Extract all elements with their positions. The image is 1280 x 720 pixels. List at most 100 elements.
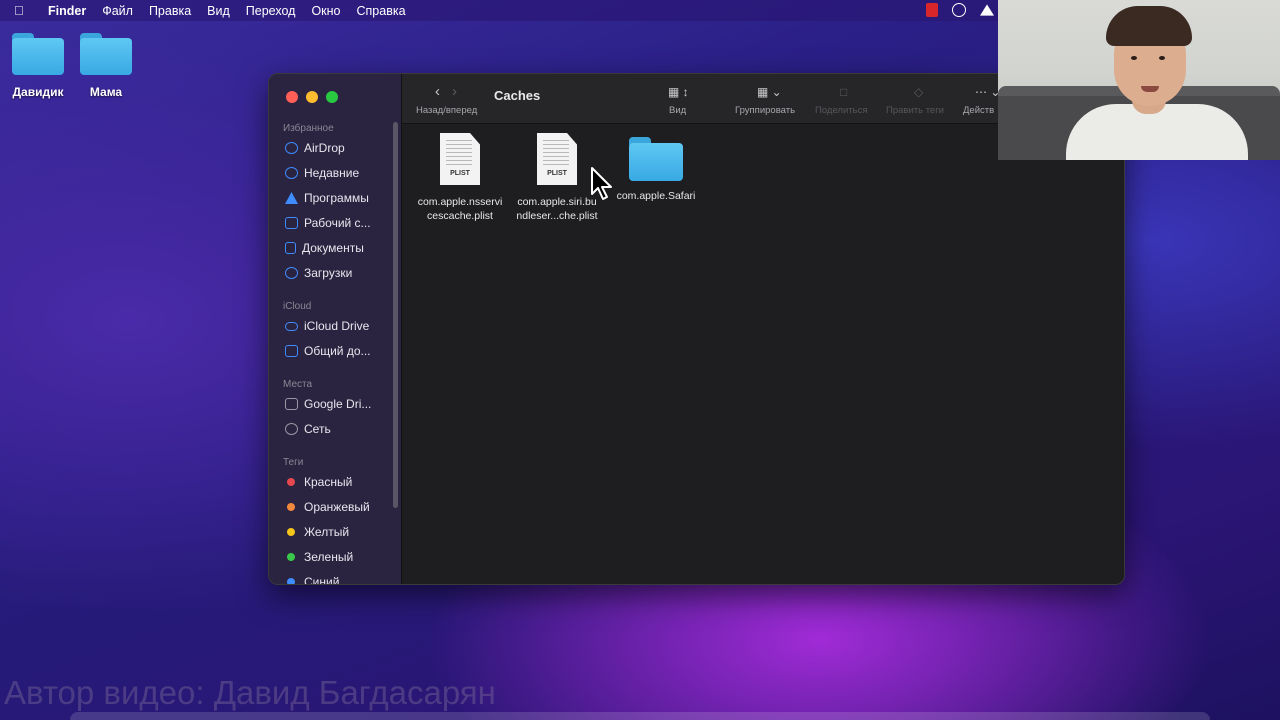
applications-icon — [285, 192, 298, 204]
sidebar-item-label: Программы — [304, 191, 369, 205]
webcam-overlay — [998, 0, 1280, 160]
sidebar-header-tags: Теги — [283, 457, 304, 468]
folder-icon — [629, 137, 683, 181]
menu-help[interactable]: Справка — [357, 4, 406, 18]
nav-label: Назад/вперед — [416, 105, 478, 116]
tag-dot-icon — [287, 553, 295, 561]
forward-button[interactable]: › — [452, 83, 457, 100]
file-name: com.apple.Safari — [616, 190, 696, 202]
menu-file[interactable]: Файл — [102, 4, 133, 18]
menu-go[interactable]: Переход — [246, 4, 296, 18]
menu-app-finder[interactable]: Finder — [48, 4, 86, 18]
sidebar-item-label: Google Dri... — [304, 397, 372, 411]
sidebar-item-downloads[interactable]: Загрузки — [285, 263, 395, 283]
cloud-icon — [285, 321, 298, 331]
apple-menu-icon[interactable]:  — [14, 3, 36, 18]
sidebar-item-label: Рабочий с... — [304, 216, 371, 230]
window-controls — [286, 91, 338, 103]
status-icons — [926, 3, 994, 17]
sidebar-item-shared[interactable]: Общий до... — [285, 341, 395, 361]
sidebar-header-icloud: iCloud — [283, 301, 312, 312]
desktop-icon — [285, 217, 298, 229]
sidebar-item-recents[interactable]: Недавние — [285, 163, 395, 183]
actions-icon[interactable]: ⋯ ⌄ — [975, 85, 1000, 99]
tags-label: Править теги — [886, 105, 944, 116]
group-label: Группировать — [735, 105, 796, 116]
minimize-button[interactable] — [306, 91, 318, 103]
finder-window: Избранное AirDrop Недавние Программы Раб… — [268, 73, 1125, 585]
file-grid: PLIST com.apple.nsservi cescache.plist P… — [402, 124, 1124, 584]
desktop-folder-mama[interactable]: Мама — [73, 33, 139, 99]
sidebar-tag-green[interactable]: Зеленый — [285, 547, 395, 567]
sidebar-item-documents[interactable]: Документы — [285, 238, 395, 258]
download-icon — [285, 267, 298, 279]
airdrop-icon — [285, 142, 298, 154]
sync-icon[interactable] — [952, 3, 966, 17]
file-item-plist[interactable]: PLIST com.apple.nsservi cescache.plist — [412, 133, 508, 223]
tag-dot-icon — [287, 528, 295, 536]
video-author-watermark: Автор видео: Давид Багдасарян — [4, 674, 496, 711]
close-button[interactable] — [286, 91, 298, 103]
mouse-cursor-icon — [591, 167, 612, 200]
group-icon[interactable]: ▦ ⌄ — [757, 85, 782, 99]
nav-arrows: ‹ › — [435, 83, 457, 100]
window-title: Caches — [494, 88, 541, 103]
sidebar-tag-yellow[interactable]: Желтый — [285, 522, 395, 542]
folder-icon — [12, 33, 64, 75]
share-icon[interactable]: □ — [840, 85, 847, 99]
sidebar-item-google-drive[interactable]: Google Dri... — [285, 394, 395, 414]
document-icon — [285, 242, 296, 254]
view-label: Вид — [669, 105, 687, 116]
sidebar-item-label: AirDrop — [304, 141, 345, 155]
sidebar-tag-orange[interactable]: Оранжевый — [285, 497, 395, 517]
sidebar-item-label: Документы — [302, 241, 364, 255]
clock-icon — [285, 167, 298, 179]
folder-icon — [80, 33, 132, 75]
tag-dot-icon — [287, 503, 295, 511]
actions-label: Действ — [963, 105, 995, 116]
file-name: com.apple.nsservi cescache.plist — [417, 196, 503, 222]
plist-file-icon: PLIST — [537, 133, 577, 185]
tag-dot-icon — [287, 478, 295, 486]
sidebar-item-icloud-drive[interactable]: iCloud Drive — [285, 316, 395, 336]
sidebar-item-label: Общий до... — [304, 344, 371, 358]
sidebar-item-label: Загрузки — [304, 266, 353, 280]
menu-window[interactable]: Окно — [311, 4, 340, 18]
back-button[interactable]: ‹ — [435, 83, 440, 100]
tag-icon[interactable]: ◇ — [914, 85, 923, 99]
sidebar-item-desktop[interactable]: Рабочий с... — [285, 213, 395, 233]
sidebar-header-favorites: Избранное — [283, 123, 334, 134]
desktop-folder-davidik[interactable]: Давидик — [5, 33, 71, 99]
dock[interactable] — [70, 712, 1210, 720]
menu-view[interactable]: Вид — [207, 4, 230, 18]
drive-icon — [285, 398, 298, 410]
share-label: Поделиться — [815, 105, 868, 116]
shared-folder-icon — [285, 345, 298, 357]
sidebar-item-network[interactable]: Сеть — [285, 419, 395, 439]
sidebar-item-label: Недавние — [304, 166, 360, 180]
menu-edit[interactable]: Правка — [149, 4, 191, 18]
sidebar-item-applications[interactable]: Программы — [285, 188, 395, 208]
sidebar-tag-blue[interactable]: Синий — [285, 572, 395, 584]
sidebar: Избранное AirDrop Недавние Программы Раб… — [269, 74, 402, 584]
folder-item-safari[interactable]: com.apple.Safari — [608, 133, 704, 203]
recording-icon[interactable] — [926, 3, 938, 17]
sidebar-item-label: iCloud Drive — [304, 319, 370, 333]
zoom-button[interactable] — [326, 91, 338, 103]
view-mode-icon[interactable]: ▦ ↕ — [668, 85, 689, 99]
sidebar-item-label: Желтый — [304, 525, 350, 539]
sidebar-tag-red[interactable]: Красный — [285, 472, 395, 492]
desktop-folder-label: Давидик — [12, 85, 64, 99]
google-drive-icon[interactable] — [980, 4, 994, 16]
sidebar-scrollbar[interactable] — [393, 122, 398, 508]
sidebar-item-label: Зеленый — [304, 550, 354, 564]
sidebar-item-label: Оранжевый — [304, 500, 370, 514]
tag-dot-icon — [287, 578, 295, 584]
plist-file-icon: PLIST — [440, 133, 480, 185]
network-icon — [285, 423, 298, 435]
sidebar-item-label: Красный — [304, 475, 353, 489]
sidebar-item-label: Сеть — [304, 422, 331, 436]
sidebar-header-places: Места — [283, 379, 313, 390]
plist-tag: PLIST — [547, 170, 567, 177]
sidebar-item-airdrop[interactable]: AirDrop — [285, 138, 395, 158]
